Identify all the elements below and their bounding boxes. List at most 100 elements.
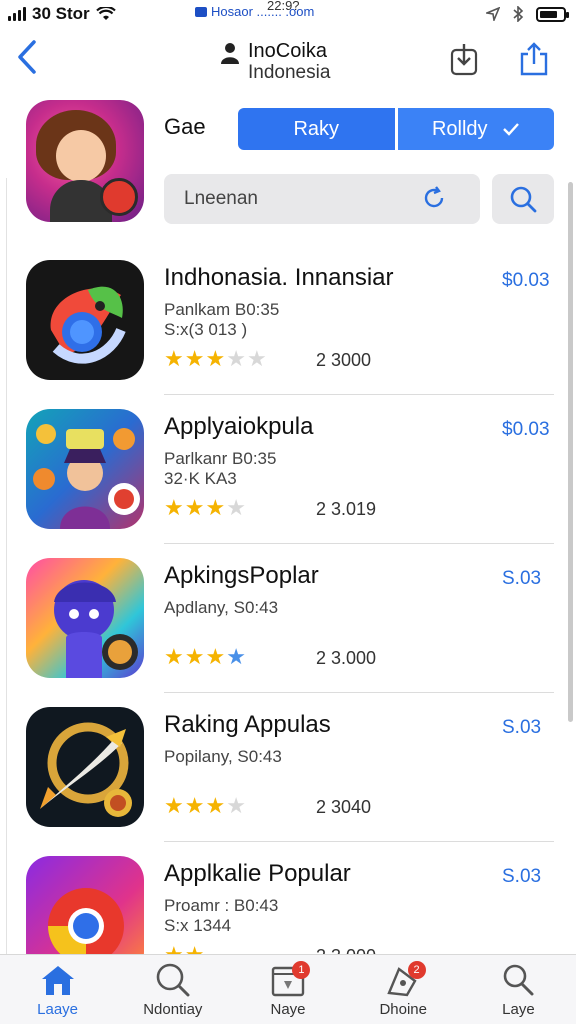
share-button[interactable] xyxy=(518,42,550,76)
profile-icon xyxy=(504,964,534,996)
app-developer: Parlkanr B0:35 xyxy=(164,449,277,468)
share-icon xyxy=(520,42,548,76)
app-developer: Popilany, S0:43 xyxy=(164,747,282,766)
app-developer: Proamr : B0:43 xyxy=(164,896,279,915)
star-rating: ★★★★ xyxy=(164,793,247,819)
app-name: Applyaiokpula xyxy=(164,413,314,440)
download-icon xyxy=(450,44,478,76)
star-half-icon: ★ xyxy=(205,346,227,371)
star-half-icon: ★ xyxy=(205,644,227,669)
app-name: Raking Appulas xyxy=(164,711,331,738)
rating-count: 2 3000 xyxy=(316,350,372,370)
price-button[interactable]: S.03 xyxy=(502,717,541,739)
list-item[interactable]: Indhonasia. Innansiar Panlkam B0:35 S:x(… xyxy=(0,246,576,395)
price-button[interactable]: $0.03 xyxy=(502,270,550,292)
status-right xyxy=(486,6,569,22)
star-empty-icon: ★ xyxy=(226,793,247,818)
app-developer: Apdlany, S0:43 xyxy=(164,598,279,617)
list-item[interactable]: Raking Appulas Popilany, S0:43 ★★★★ 2 30… xyxy=(0,693,576,842)
rating-count: 2 3040 xyxy=(316,797,372,817)
signal-icon xyxy=(8,7,26,21)
home-icon xyxy=(41,966,74,995)
app-name: Applkalie Popular xyxy=(164,860,351,887)
download-button[interactable] xyxy=(448,42,480,76)
segment-0-label: Raky xyxy=(293,117,340,140)
nav-title: InoCoika Indonesia xyxy=(220,40,330,84)
checkmark-icon xyxy=(502,123,519,136)
carrier-label: 30 Stor xyxy=(32,4,90,23)
header-row: Gae Raky Rolldy xyxy=(0,98,576,222)
nav-header: InoCoika Indonesia xyxy=(0,30,576,92)
star-half-icon: ★ xyxy=(205,495,227,520)
tab-label: Naye xyxy=(270,1001,306,1018)
tab-label: Dhoine xyxy=(379,1001,427,1018)
featured-app-icon[interactable] xyxy=(26,100,144,222)
segment-1[interactable]: Rolldy xyxy=(397,108,554,150)
search-icon xyxy=(510,186,537,213)
battery-icon xyxy=(536,6,569,22)
notification-badge: 2 xyxy=(407,961,426,979)
star-rating: ★★★★ xyxy=(164,644,247,670)
refresh-icon[interactable] xyxy=(422,186,446,210)
app-icon xyxy=(26,707,144,827)
search-icon xyxy=(156,963,190,997)
star-icon: ★ xyxy=(205,793,227,818)
tab-label: Laye xyxy=(502,1001,535,1018)
star-icon: ★ xyxy=(184,495,206,520)
tab-bar: Laaye Ndontiay 1 Naye 2 Dhoine Laye xyxy=(0,954,576,1024)
segment-0[interactable]: Raky xyxy=(238,108,395,150)
nav-title-line2: Indonesia xyxy=(248,62,331,83)
app-badge-icon xyxy=(195,6,207,17)
star-blue-icon: ★ xyxy=(226,644,247,669)
star-empty-icon: ★ xyxy=(246,346,268,371)
tab-label: Laaye xyxy=(37,1001,79,1018)
price-button[interactable]: $0.03 xyxy=(502,419,550,441)
tab-news[interactable]: 1 Naye xyxy=(230,955,345,1024)
status-center: Hosaor ....... .oom 22:9? xyxy=(195,0,314,19)
list-item[interactable]: Applyaiokpula Parlkanr B0:35 32·K KA3 ★★… xyxy=(0,395,576,544)
app-icon xyxy=(26,260,144,380)
tab-today[interactable]: Laaye xyxy=(0,955,115,1024)
location-icon xyxy=(486,7,500,21)
star-icon: ★ xyxy=(164,793,185,818)
list-item[interactable]: ApkingsPoplar Apdlany, S0:43 ★★★★ 2 3.00… xyxy=(0,544,576,693)
tab-search[interactable]: Ndontiay xyxy=(115,955,230,1024)
star-icon: ★ xyxy=(184,644,206,669)
app-icon xyxy=(26,409,144,529)
price-button[interactable]: S.03 xyxy=(502,866,541,888)
star-rating: ★★★★★ xyxy=(164,346,268,372)
search-button[interactable] xyxy=(492,174,554,224)
star-icon: ★ xyxy=(184,346,206,371)
segmented-control: Raky Rolldy xyxy=(238,108,554,150)
status-bar: 30 Stor Hosaor ....... .oom 22:9? xyxy=(0,0,576,28)
back-button[interactable] xyxy=(16,40,38,81)
search-placeholder: Lneenan xyxy=(184,188,258,209)
section-label: Gae xyxy=(164,114,206,139)
notification-badge: 1 xyxy=(292,961,311,979)
rating-count: 2 3.000 xyxy=(316,648,377,668)
tab-games[interactable]: 2 Dhoine xyxy=(346,955,461,1024)
star-empty-icon: ★ xyxy=(226,495,247,520)
price-button[interactable]: S.03 xyxy=(502,568,541,590)
wifi-icon xyxy=(95,7,116,20)
app-name: ApkingsPoplar xyxy=(164,562,319,589)
app-size: S:x 1344 xyxy=(164,916,232,935)
segment-1-label: Rolldy xyxy=(431,117,488,140)
app-developer: Panlkam B0:35 xyxy=(164,300,280,319)
star-rating: ★★★★ xyxy=(164,495,247,521)
bluetooth-icon xyxy=(513,6,524,22)
person-icon xyxy=(221,43,239,64)
rating-count: 2 3.019 xyxy=(316,499,377,519)
search-input[interactable]: Lneenan xyxy=(164,174,480,224)
star-icon: ★ xyxy=(164,495,185,520)
star-empty-icon: ★ xyxy=(226,346,247,371)
nav-title-line1: InoCoika xyxy=(248,40,327,62)
star-icon: ★ xyxy=(164,346,185,371)
status-left: 30 Stor xyxy=(8,4,116,24)
app-name: Indhonasia. Innansiar xyxy=(164,264,394,291)
status-time: 22:9? xyxy=(267,0,300,13)
app-size: S:x(3 013 ) xyxy=(164,320,248,339)
star-icon: ★ xyxy=(164,644,185,669)
app-size: 32·K KA3 xyxy=(164,469,237,488)
tab-profile[interactable]: Laye xyxy=(461,955,576,1024)
